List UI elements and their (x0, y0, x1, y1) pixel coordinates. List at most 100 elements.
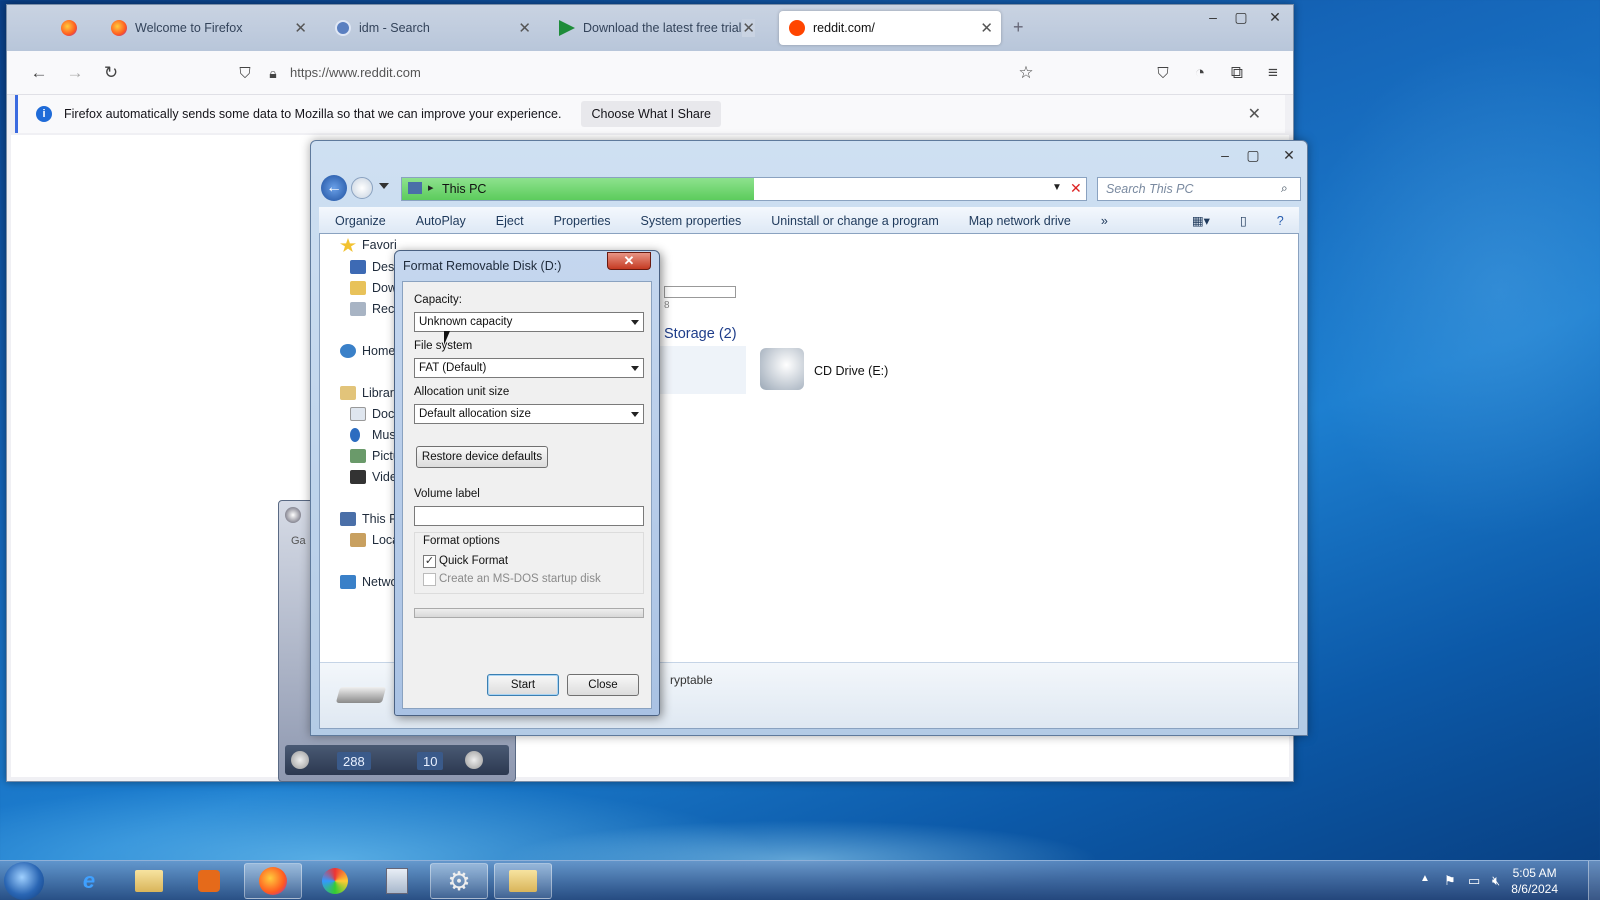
close-tab-icon[interactable]: ✕ (742, 19, 755, 37)
tab-label: Download the latest free trial v (583, 21, 752, 35)
explorer-taskbar-icon[interactable] (494, 863, 552, 899)
preview-pane-icon[interactable]: ▯ (1240, 213, 1247, 228)
volume-label-caption: Volume label (414, 488, 480, 500)
eject-button[interactable]: Eject (496, 214, 524, 228)
settings-gear-icon[interactable]: ⚙ (430, 863, 488, 899)
new-tab-icon[interactable]: + (1013, 17, 1024, 38)
search-icon[interactable]: ⌕ (1281, 181, 1288, 196)
start-button[interactable]: Start (487, 674, 559, 696)
forward-icon[interactable] (351, 177, 373, 199)
recent-pages-icon[interactable] (379, 183, 389, 189)
selected-drive-tile[interactable] (654, 346, 746, 394)
details-text: ryptable (670, 673, 713, 687)
notification-message: Firefox automatically sends some data to… (64, 107, 562, 121)
nav-libraries[interactable]: Librari (340, 386, 397, 400)
filesystem-select[interactable]: FAT (Default) (414, 358, 644, 378)
more-commands-button[interactable]: » (1101, 214, 1108, 228)
show-hidden-icons[interactable]: ▲ (1420, 873, 1430, 884)
nav-homegroup[interactable]: Home (340, 344, 395, 358)
back-icon[interactable]: ← (321, 175, 347, 201)
allocation-select[interactable]: Default allocation size (414, 404, 644, 424)
nav-desktop[interactable]: Desk (350, 260, 400, 274)
media-player-icon[interactable] (180, 863, 238, 899)
properties-button[interactable]: Properties (554, 214, 611, 228)
maximize-icon[interactable]: ▢ (1239, 143, 1267, 167)
capacity-text-fragment: 8 (664, 300, 670, 311)
nav-videos[interactable]: Vide (350, 470, 397, 484)
storage-group-header[interactable]: Storage (2) (664, 326, 737, 342)
nav-network[interactable]: Netwo (340, 575, 397, 589)
close-notification-icon[interactable]: ✕ (1248, 104, 1261, 124)
address-bar[interactable]: ▸ This PC ▼ ✕ (401, 177, 1087, 201)
help-icon[interactable]: ? (1277, 214, 1284, 228)
quick-format-checkbox[interactable]: ✓ (423, 555, 436, 568)
close-icon[interactable]: ✕ (607, 252, 651, 270)
url-bar[interactable]: https://www.reddit.com (290, 65, 421, 80)
internet-explorer-icon[interactable]: e (60, 863, 118, 899)
back-icon[interactable]: ← (27, 61, 51, 85)
volume-label-input[interactable] (414, 506, 644, 526)
breadcrumb[interactable]: This PC (442, 182, 486, 196)
tab-welcome[interactable]: Welcome to Firefox ✕ (101, 11, 315, 45)
close-tab-icon[interactable]: ✕ (294, 19, 307, 37)
nav-downloads[interactable]: Dow (350, 281, 397, 295)
extensions-icon[interactable]: ⧉ (1225, 61, 1249, 85)
organize-button[interactable]: Organize (335, 214, 386, 228)
maximize-icon[interactable]: ▢ (1227, 5, 1255, 29)
lock-icon[interactable]: 🔒︎ (261, 61, 285, 85)
minimize-icon[interactable]: – (1211, 143, 1239, 167)
nav-pictures[interactable]: Pictu (350, 449, 400, 463)
nav-label: Netwo (362, 575, 398, 589)
map-network-drive-button[interactable]: Map network drive (969, 214, 1071, 228)
close-tab-icon[interactable]: ✕ (980, 19, 993, 37)
action-center-flag-icon[interactable]: ⚑ (1444, 873, 1456, 889)
firefox-taskbar-icon[interactable] (244, 863, 302, 899)
tab-reddit[interactable]: reddit.com/ ✕ (779, 11, 1001, 45)
stop-icon[interactable]: ✕ (1070, 180, 1082, 197)
gear-icon (285, 507, 301, 523)
reload-icon[interactable]: ↻ (99, 61, 123, 85)
search-input[interactable]: Search This PC (1097, 177, 1301, 201)
pocket-icon[interactable]: ⛉ (1151, 61, 1175, 85)
notification-bar: i Firefox automatically sends some data … (15, 95, 1285, 133)
minimize-icon[interactable]: – (1199, 5, 1227, 29)
nav-music[interactable]: Mus (350, 428, 396, 442)
tab-search[interactable]: idm - Search ✕ (325, 11, 539, 45)
paint-icon[interactable] (306, 863, 364, 899)
msdos-checkbox[interactable] (423, 573, 436, 586)
volume-muted-icon[interactable]: 🔇︎ (1492, 873, 1500, 889)
close-tab-icon[interactable]: ✕ (518, 19, 531, 37)
close-icon[interactable]: ✕ (1275, 143, 1303, 167)
gadget-tab[interactable]: Ga (291, 535, 306, 547)
menu-icon[interactable]: ≡ (1261, 61, 1285, 85)
system-properties-button[interactable]: System properties (641, 214, 742, 228)
show-desktop-button[interactable] (1588, 861, 1600, 900)
forward-icon[interactable]: → (63, 61, 87, 85)
cd-drive-label[interactable]: CD Drive (E:) (814, 364, 888, 378)
firefox-icon (111, 20, 127, 36)
capacity-select[interactable]: Unknown capacity (414, 312, 644, 332)
shield-icon[interactable]: ⛉ (233, 61, 257, 85)
account-icon[interactable]: ◔ (1188, 61, 1212, 85)
system-clock[interactable]: 5:05 AM 8/6/2024 (1511, 865, 1558, 897)
uninstall-button[interactable]: Uninstall or change a program (771, 214, 938, 228)
bookmark-star-icon[interactable]: ☆ (1014, 61, 1038, 85)
calculator-icon[interactable] (368, 863, 426, 899)
restore-defaults-button[interactable]: Restore device defaults (416, 446, 548, 468)
firefox-view-tab[interactable] (51, 11, 85, 45)
close-button[interactable]: Close (567, 674, 639, 696)
network-tray-icon[interactable]: ▭ (1468, 873, 1480, 889)
nav-favorites[interactable]: Favori (340, 238, 397, 252)
close-icon[interactable]: ✕ (1261, 5, 1289, 29)
nav-this-pc[interactable]: This P (340, 512, 397, 526)
chevron-down-icon[interactable]: ▼ (1052, 182, 1062, 193)
tab-download[interactable]: Download the latest free trial v ✕ (549, 11, 763, 45)
autoplay-button[interactable]: AutoPlay (416, 214, 466, 228)
nav-local-disk[interactable]: Loca (350, 533, 399, 547)
gadget-value-1: 288 (337, 752, 371, 770)
tab-label: idm - Search (359, 21, 430, 35)
start-button[interactable] (4, 862, 44, 900)
view-options-icon[interactable]: ▦▾ (1192, 213, 1210, 228)
file-explorer-icon[interactable] (120, 863, 178, 899)
choose-what-i-share-button[interactable]: Choose What I Share (581, 101, 721, 127)
